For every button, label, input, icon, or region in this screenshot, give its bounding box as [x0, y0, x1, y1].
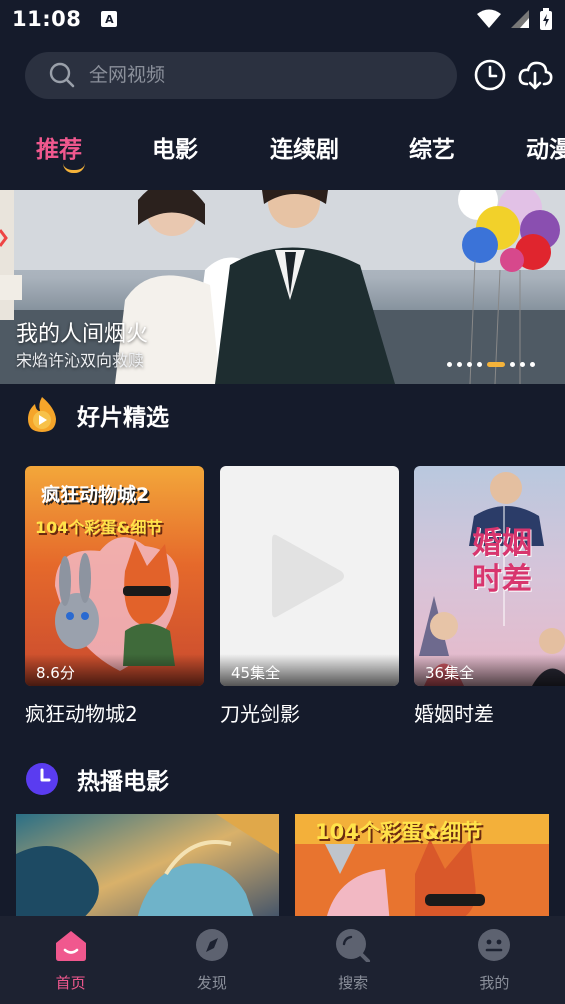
tab-recommended[interactable]: 推荐	[36, 130, 82, 164]
search-bar[interactable]	[25, 51, 457, 99]
tab-anime[interactable]: 动漫	[526, 130, 565, 164]
carousel-dot	[467, 362, 472, 367]
battery-icon	[540, 8, 552, 30]
poster-caption: 104个彩蛋&细节	[315, 820, 483, 844]
clock-icon	[474, 59, 506, 91]
nav-search[interactable]: 搜索	[283, 916, 424, 1004]
carousel-indicator	[447, 362, 535, 367]
clock-badge-icon	[26, 763, 58, 795]
carousel-dot	[447, 362, 452, 367]
search-nav-icon	[336, 929, 371, 962]
featured-card[interactable]: 疯狂动物城2 104个彩蛋&细节 8.6分 疯狂动物城2	[25, 466, 204, 727]
nav-home-label: 首页	[55, 974, 86, 992]
category-tabs: 推荐 电影 连续剧 综艺 动漫	[0, 130, 565, 174]
poster-art	[55, 537, 179, 671]
featured-section-title: 好片精选	[77, 405, 169, 431]
keyboard-notification-icon: A	[101, 11, 118, 27]
wifi-icon	[477, 9, 501, 28]
download-button[interactable]	[517, 57, 553, 93]
nav-home[interactable]: 首页	[0, 916, 141, 1004]
carousel-dot	[530, 362, 535, 367]
bottom-navigation: 首页 发现 搜索 我的	[0, 916, 565, 1004]
cloud-download-icon	[518, 61, 553, 90]
banner-subtitle: 宋焰许沁双向救赎	[16, 351, 145, 370]
featured-section-header: 好片精选	[25, 396, 169, 434]
nav-profile-label: 我的	[479, 974, 510, 992]
featured-card[interactable]: 45集全 刀光剑影	[220, 466, 399, 727]
carousel-dot	[477, 362, 482, 367]
search-icon	[49, 62, 75, 88]
poster-placeholder: 45集全	[220, 466, 399, 686]
hot-movie-card[interactable]	[16, 814, 279, 924]
nav-profile[interactable]: 我的	[424, 916, 565, 1004]
profile-icon	[478, 929, 511, 961]
banner-title: 我的人间烟火	[16, 322, 149, 347]
card-title: 婚姻时差	[414, 702, 494, 726]
history-button[interactable]	[472, 57, 508, 93]
tab-tv-series[interactable]: 连续剧	[270, 130, 339, 164]
play-placeholder-icon	[272, 534, 344, 618]
card-title: 疯狂动物城2	[25, 702, 138, 726]
carousel-dot	[510, 362, 515, 367]
episodes-badge: 36集全	[414, 654, 565, 686]
tab-variety[interactable]: 综艺	[409, 130, 455, 164]
poster-zootopia: 疯狂动物城2 104个彩蛋&细节 8.6分	[25, 466, 204, 686]
nav-discover-label: 发现	[196, 974, 227, 992]
carousel-dot-active	[487, 362, 505, 367]
hot-movie-card[interactable]: 104个彩蛋&细节	[295, 814, 549, 924]
status-time: 11:08	[12, 7, 82, 31]
carousel-dot	[457, 362, 462, 367]
nav-discover[interactable]: 发现	[141, 916, 282, 1004]
carousel-dot	[520, 362, 525, 367]
poster-caption: 婚姻时差	[472, 526, 532, 597]
search-row	[25, 51, 555, 99]
compass-icon	[195, 929, 228, 961]
tab-movies[interactable]: 电影	[152, 130, 198, 164]
poster-marriage: 婚姻时差 36集全	[414, 466, 565, 686]
signal-icon	[511, 10, 529, 28]
featured-card[interactable]: 婚姻时差 36集全 婚姻时差	[414, 466, 565, 727]
home-icon	[55, 931, 86, 961]
banner-carousel[interactable]: 我的人间烟火 宋焰许沁双向救赎	[0, 190, 565, 384]
fire-icon	[28, 397, 56, 432]
hot-movies-section-header: 热播电影	[25, 762, 169, 796]
nav-search-label: 搜索	[338, 974, 369, 992]
card-title: 刀光剑影	[220, 702, 300, 726]
rating-badge: 8.6分	[25, 654, 204, 686]
hot-movies-section-title: 热播电影	[77, 769, 169, 795]
status-bar: 11:08 A	[0, 0, 565, 38]
search-input[interactable]	[89, 64, 409, 86]
poster-dragon	[16, 814, 279, 924]
episodes-badge: 45集全	[220, 654, 399, 686]
